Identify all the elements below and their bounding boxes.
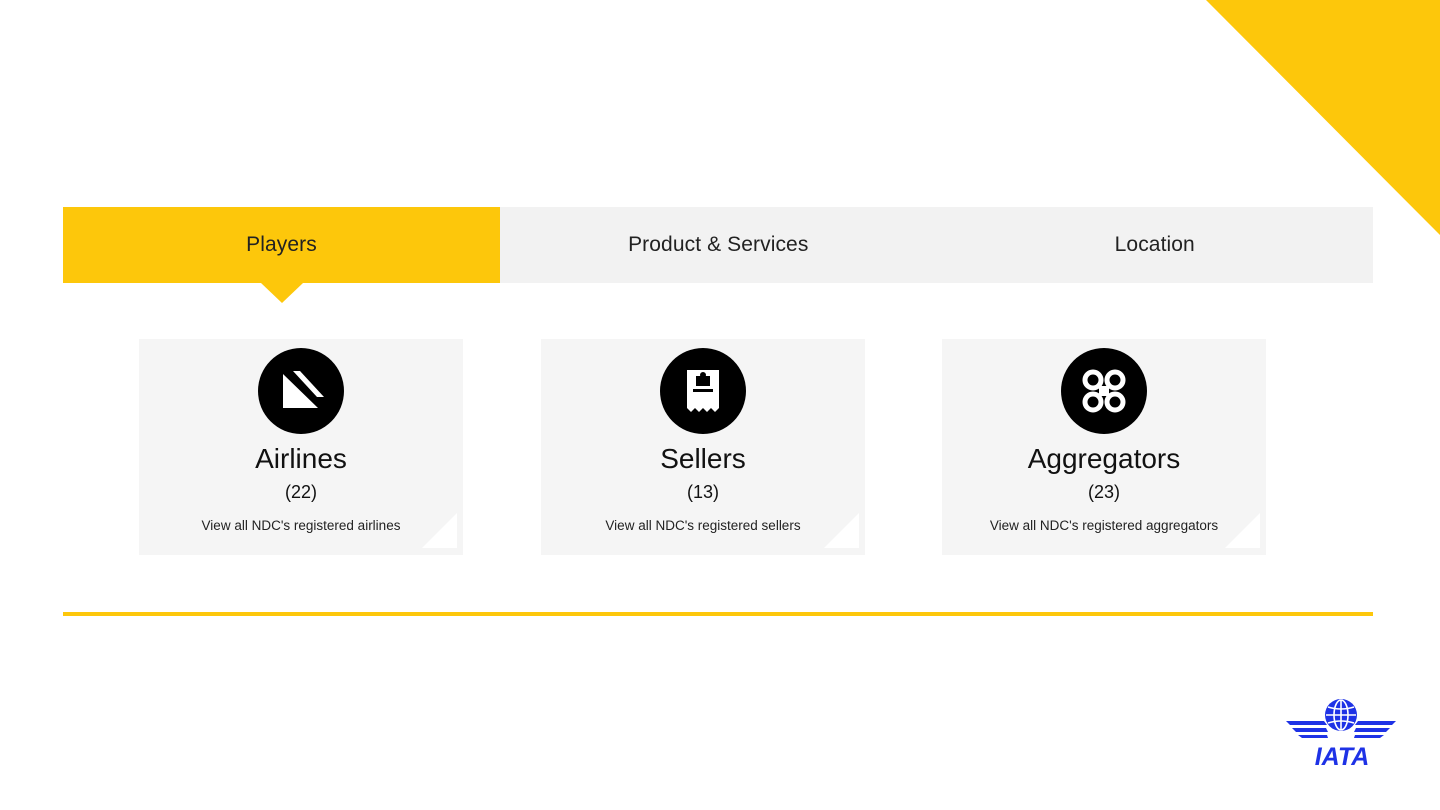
ticket-icon [660, 348, 746, 434]
corner-accent-triangle [1206, 0, 1440, 235]
tab-location-label: Location [1114, 233, 1195, 256]
airline-tail-icon [258, 348, 344, 434]
page-fold-icon [422, 513, 457, 548]
card-aggregators[interactable]: Aggregators (23) View all NDC's register… [942, 339, 1266, 555]
card-count: (23) [1087, 482, 1120, 502]
card-link-text[interactable]: View all NDC's registered aggregators [942, 518, 1266, 533]
tab-location[interactable]: Location [937, 207, 1374, 283]
card-airlines[interactable]: Airlines (22) View all NDC's registered … [139, 339, 463, 555]
page-fold-icon [1225, 513, 1260, 548]
tab-players-label: Players [246, 233, 317, 256]
card-title: Aggregators [1027, 443, 1181, 474]
page-fold-icon [824, 513, 859, 548]
iata-logo-text: IATA [1315, 743, 1370, 767]
tab-product-services-label: Product & Services [628, 233, 809, 256]
card-link-text[interactable]: View all NDC's registered airlines [139, 518, 463, 533]
card-title: Airlines [255, 443, 347, 474]
tab-players[interactable]: Players [63, 207, 500, 283]
card-sellers[interactable]: Sellers (13) View all NDC's registered s… [541, 339, 865, 555]
card-count: (22) [284, 482, 317, 502]
iata-logo: IATA [1286, 699, 1396, 767]
network-nodes-icon [1061, 348, 1147, 434]
card-link-text[interactable]: View all NDC's registered sellers [541, 518, 865, 533]
section-divider [63, 612, 1373, 616]
card-title: Sellers [660, 443, 746, 474]
tab-bar: Players Product & Services Location [63, 207, 1373, 283]
card-count: (13) [686, 482, 719, 502]
tab-product-services[interactable]: Product & Services [500, 207, 937, 283]
